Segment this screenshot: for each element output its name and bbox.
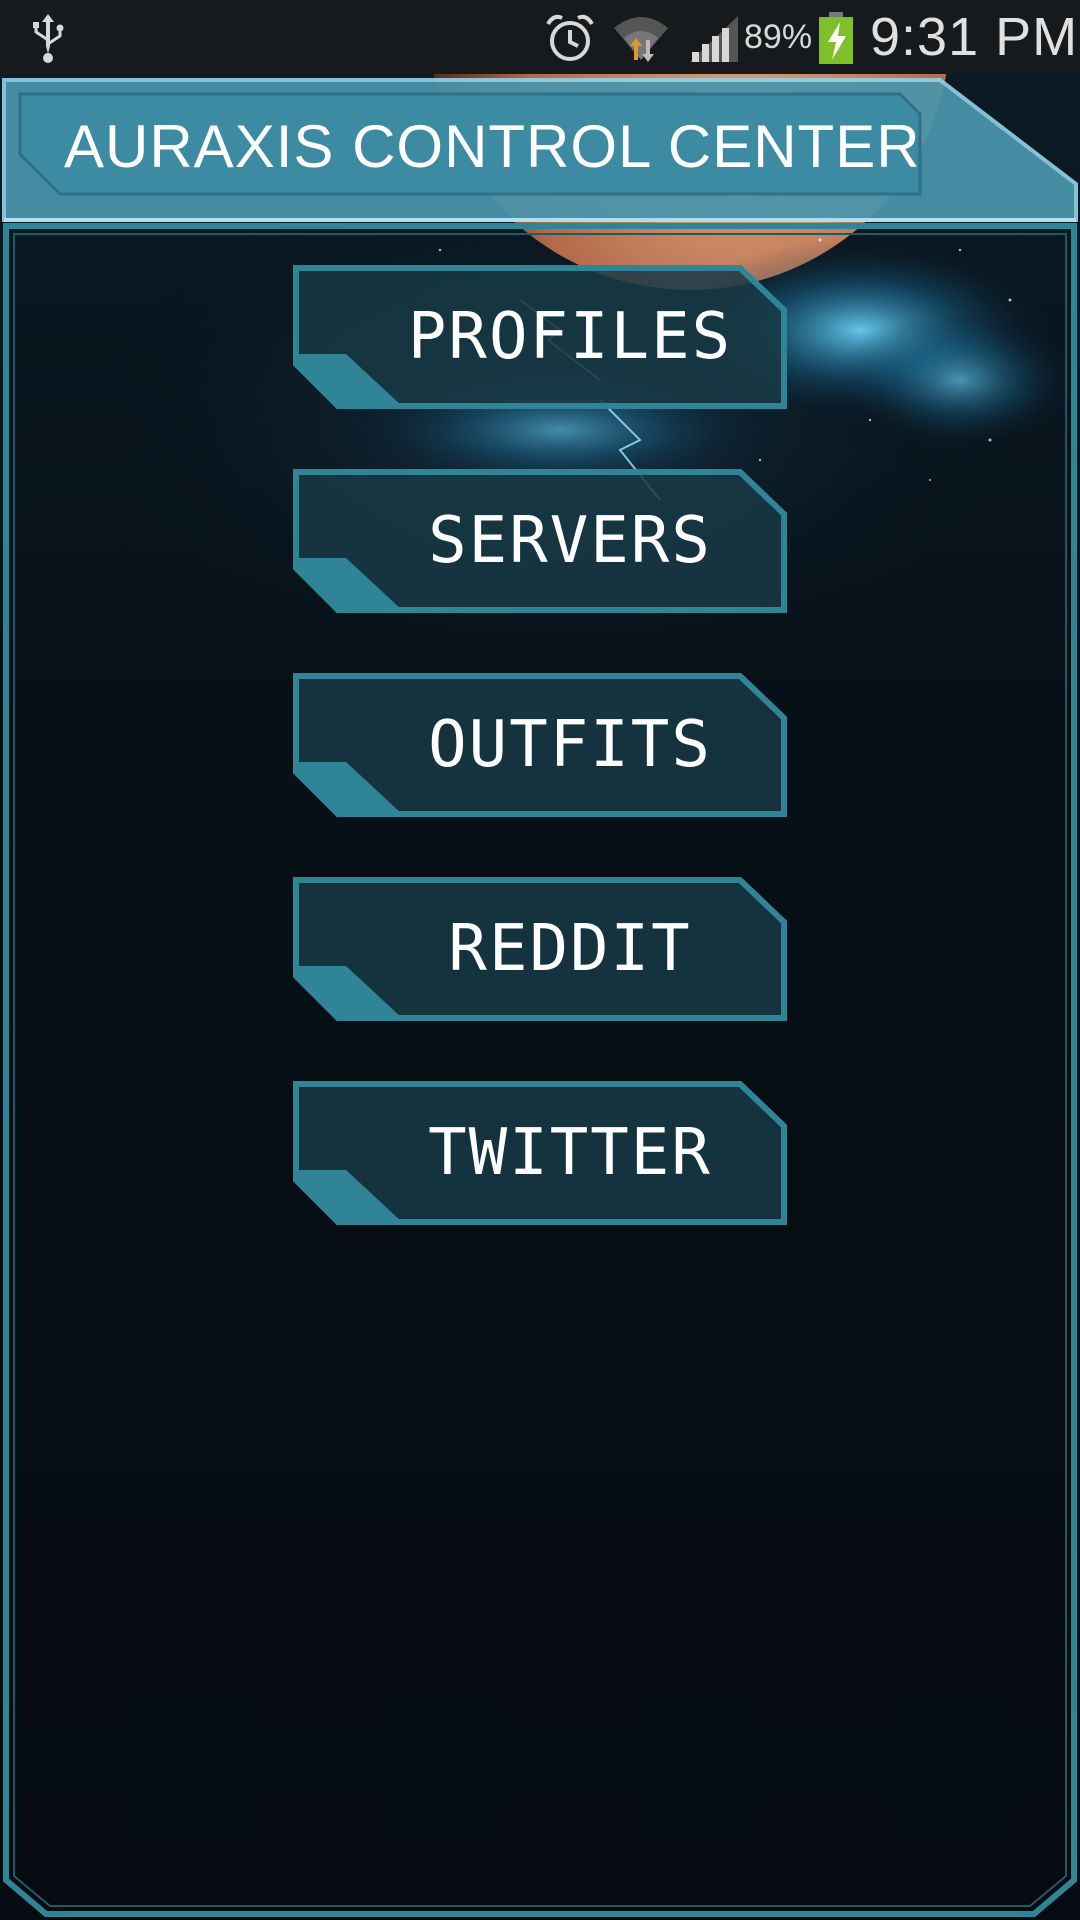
servers-button[interactable]: SERVERS bbox=[292, 468, 788, 614]
alarm-icon bbox=[546, 14, 594, 61]
clock: 9:31 PM bbox=[870, 7, 1079, 67]
reddit-button[interactable]: REDDIT bbox=[292, 876, 788, 1022]
outfits-label: OUTFITS bbox=[428, 708, 712, 782]
signal-icon bbox=[690, 16, 738, 62]
servers-label: SERVERS bbox=[428, 504, 712, 578]
outfits-button[interactable]: OUTFITS bbox=[292, 672, 788, 818]
usb-icon bbox=[33, 14, 64, 63]
page-title: AURAXIS CONTROL CENTER bbox=[64, 113, 921, 180]
status-bar: 89% 9:31 PM bbox=[0, 0, 1080, 74]
battery-charging-icon bbox=[819, 12, 853, 64]
twitter-label: TWITTER bbox=[428, 1116, 712, 1190]
profiles-label: PROFILES bbox=[407, 300, 733, 374]
wifi-icon bbox=[614, 17, 668, 62]
reddit-label: REDDIT bbox=[448, 912, 692, 986]
profiles-button[interactable]: PROFILES bbox=[292, 264, 788, 410]
battery-percent: 89% bbox=[744, 18, 813, 56]
twitter-button[interactable]: TWITTER bbox=[292, 1080, 788, 1226]
